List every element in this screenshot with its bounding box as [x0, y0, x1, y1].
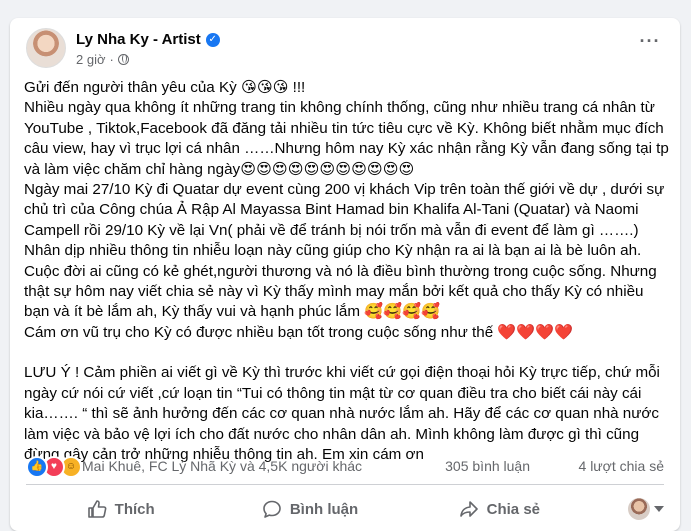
post-stats: 👍 ♥ ☺ Mai Khuê, FC Lý Nhã Kỳ và 4,5K ngư…: [26, 456, 664, 478]
author-avatar[interactable]: [26, 28, 66, 68]
verified-badge-icon: ✓: [205, 32, 220, 47]
share-arrow-icon: [459, 501, 478, 517]
reactors-summary[interactable]: Mai Khuê, FC Lý Nhã Kỳ và 4,5K người khá…: [82, 458, 362, 474]
reaction-icons[interactable]: 👍 ♥ ☺: [26, 456, 82, 478]
comment-count[interactable]: 305 bình luận: [445, 458, 530, 474]
post-body: Gửi đến người thân yêu của Kỳ 😘😘😘 !!! Nh…: [24, 78, 672, 465]
like-label: Thích: [114, 500, 155, 518]
like-reaction-icon: 👍: [26, 456, 48, 478]
share-button[interactable]: Chia sẻ: [405, 491, 594, 527]
like-button[interactable]: Thích: [26, 491, 215, 527]
comment-bubble-icon: [263, 500, 281, 518]
thumbs-up-icon: [87, 500, 107, 518]
post-header: Ly Nha Ky - Artist ✓ 2 giờ · ···: [26, 28, 666, 68]
react-as-selector[interactable]: [594, 491, 664, 527]
post-paragraph-2: LƯU Ý ! Cảm phiền ai viết gì về Kỳ thì t…: [24, 364, 660, 463]
stats-divider: [26, 484, 664, 485]
share-count[interactable]: 4 lượt chia sẻ: [579, 458, 664, 474]
author-name-row: Ly Nha Ky - Artist ✓: [76, 31, 220, 48]
share-label: Chia sẻ: [486, 500, 540, 518]
comment-label: Bình luận: [289, 500, 359, 518]
post-paragraph-1: Gửi đến người thân yêu của Kỳ 😘😘😘 !!! Nh…: [24, 79, 669, 341]
post-actions: Thích Bình luận Chia sẻ: [26, 491, 664, 527]
post-time[interactable]: 2 giờ: [76, 52, 106, 67]
comment-button[interactable]: Bình luận: [215, 491, 404, 527]
globe-icon[interactable]: [117, 54, 129, 65]
more-options-icon[interactable]: ···: [636, 32, 664, 58]
author-name[interactable]: Ly Nha Ky - Artist: [76, 31, 201, 48]
current-user-avatar: [627, 498, 650, 520]
post-meta: 2 giờ ·: [76, 52, 129, 67]
chevron-down-icon: [653, 506, 664, 512]
post-card: Ly Nha Ky - Artist ✓ 2 giờ · ··· Gửi đến…: [10, 18, 680, 531]
